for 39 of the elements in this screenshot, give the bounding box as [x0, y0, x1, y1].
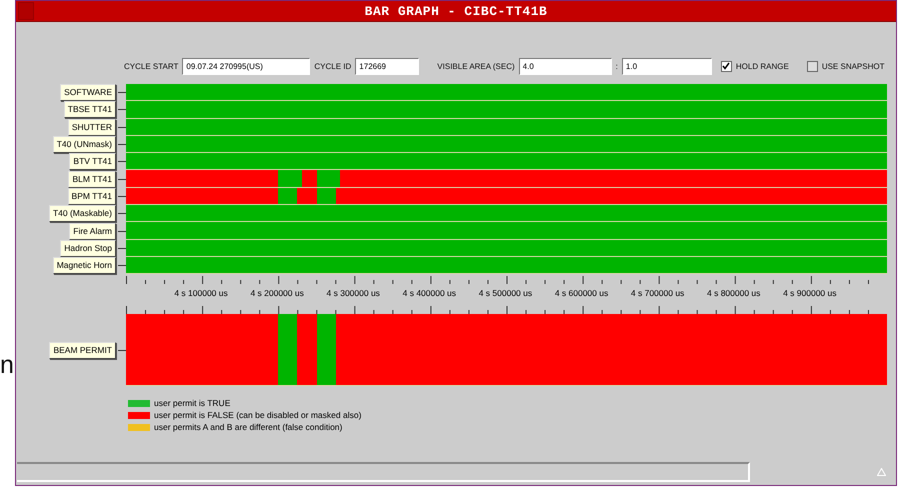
- signal-label: BLM TT41: [68, 170, 116, 188]
- axis-label: 4 s 300000 us: [326, 288, 381, 300]
- signal-label: Magnetic Horn: [52, 257, 116, 274]
- field-label: VISIBLE AREA (SEC): [437, 62, 515, 70]
- axis-label: 4 s 500000 us: [478, 288, 534, 300]
- field-label: CYCLE ID: [314, 62, 352, 70]
- legend-text: user permit is TRUE: [154, 398, 230, 408]
- axis-label: 4 s 800000 us: [706, 288, 762, 300]
- signal-label: TBSE TT41: [64, 101, 116, 118]
- separator-text: :: [616, 62, 618, 70]
- signal-label: T40 (Maskable): [48, 205, 116, 222]
- visible-area-field[interactable]: 1.0: [622, 58, 712, 74]
- signal-label: SHUTTER: [68, 118, 116, 136]
- axis-label: 4 s 700000 us: [630, 288, 686, 300]
- signal-label: BTV TT41: [69, 153, 116, 170]
- signal-label: Hadron Stop: [60, 240, 116, 257]
- signal-label: Fire Alarm: [69, 222, 116, 240]
- signal-label: BEAM PERMIT: [49, 342, 116, 359]
- field-label: CYCLE START: [124, 62, 178, 70]
- axis-label: 4 s 400000 us: [402, 288, 458, 300]
- checkbox[interactable]: [806, 60, 818, 72]
- timeline-segment: [297, 314, 317, 386]
- checkbox-label: HOLD RANGE: [736, 62, 789, 70]
- checkbox-label: USE SNAPSHOT: [822, 62, 884, 70]
- checkbox[interactable]: [720, 60, 732, 72]
- signal-label: SOFTWARE: [60, 84, 116, 102]
- visible-area-field[interactable]: 4.0: [518, 58, 612, 74]
- cycle-id-field[interactable]: 172669: [355, 58, 420, 74]
- axis-label: 4 s 100000 us: [173, 288, 229, 300]
- signal-label: BPM TT41: [68, 188, 116, 205]
- cycle-start-field[interactable]: 09.07.24 270995(US): [182, 58, 310, 74]
- axis-label: 4 s 600000 us: [554, 288, 610, 300]
- window-title: BAR GRAPH - CIBC-TT41B: [364, 4, 548, 18]
- legend-text: user permit is FALSE (can be disabled or masked also): [154, 410, 362, 420]
- legend-text: user permits A and B are different (false condition): [154, 422, 342, 432]
- stray-text: n: [0, 352, 14, 378]
- signal-label: T40 (UNmask): [52, 136, 116, 154]
- axis-label: 4 s 200000 us: [249, 288, 305, 300]
- axis-label: 4 s 900000 us: [782, 288, 838, 300]
